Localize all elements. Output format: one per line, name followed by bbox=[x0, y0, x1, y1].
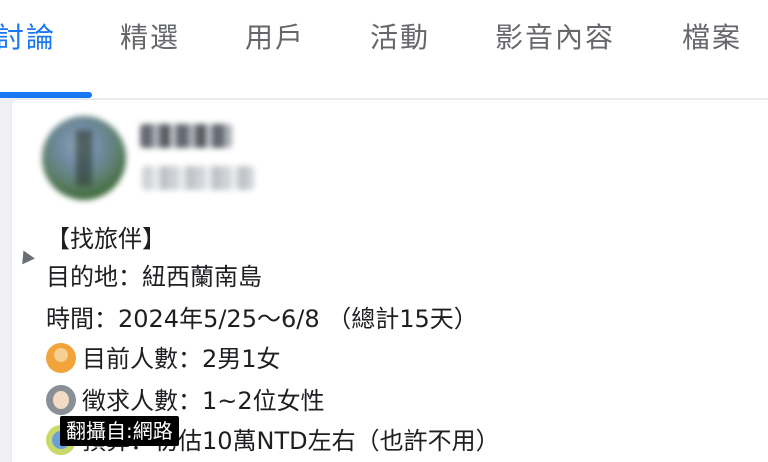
tab-featured[interactable]: 精選 bbox=[120, 18, 180, 58]
group-tab-bar: 討論 精選 用戶 活動 影音內容 檔案 bbox=[0, 0, 768, 98]
tab-files[interactable]: 檔案 bbox=[682, 18, 742, 58]
author-avatar[interactable] bbox=[42, 116, 126, 200]
tab-events[interactable]: 活動 bbox=[370, 18, 430, 58]
post-seeking-line: 徵求人數：1~2位女性 bbox=[46, 384, 325, 418]
post-dates: 時間：2024年5/25～6/8 （總計15天） bbox=[46, 305, 478, 333]
tab-members[interactable]: 用戶 bbox=[245, 18, 305, 58]
post-heading: 【找旅伴】 bbox=[46, 225, 166, 253]
tab-media[interactable]: 影音內容 bbox=[495, 18, 615, 58]
post-current-people-line: 目前人數：2男1女 bbox=[46, 342, 281, 376]
post-destination: 目的地：紐西蘭南島 bbox=[46, 263, 262, 291]
post-seeking: 徵求人數：1~2位女性 bbox=[82, 387, 325, 415]
post-current-people: 目前人數：2男1女 bbox=[82, 345, 281, 373]
tab-discussion[interactable]: 討論 bbox=[0, 18, 56, 58]
post-meta-blurred[interactable] bbox=[142, 166, 254, 190]
woman-icon bbox=[46, 385, 76, 415]
active-tab-indicator bbox=[0, 92, 92, 98]
person-raising-hand-icon bbox=[46, 343, 76, 373]
author-name-blurred[interactable] bbox=[140, 124, 232, 148]
source-watermark: 翻攝自:網路 bbox=[60, 416, 179, 446]
